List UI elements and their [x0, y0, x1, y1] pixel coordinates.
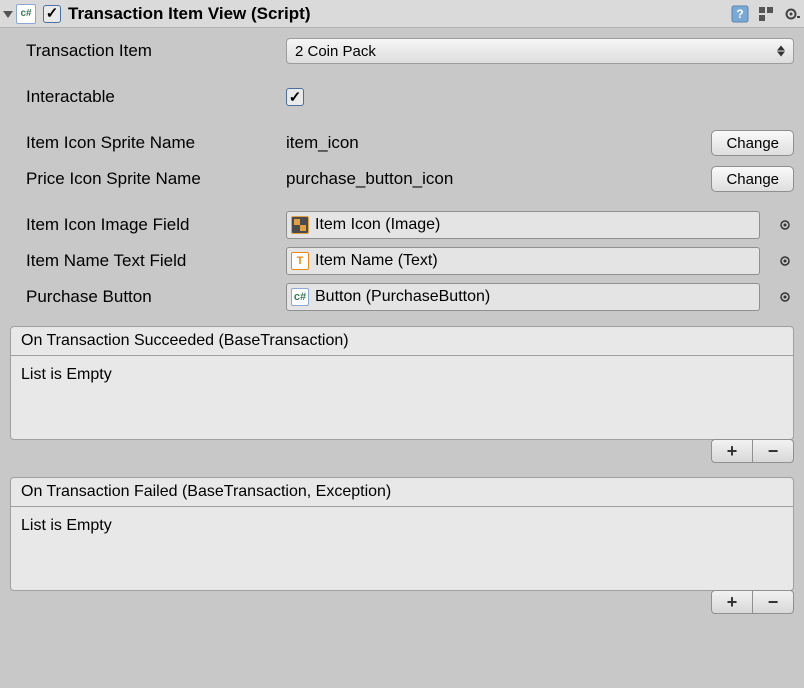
row-interactable: Interactable ✓	[26, 82, 794, 112]
item-name-text-value: Item Name (Text)	[315, 252, 438, 270]
item-name-text-label: Item Name Text Field	[26, 251, 286, 271]
check-icon: ✓	[289, 90, 302, 105]
item-icon-sprite-change-button[interactable]: Change	[711, 130, 794, 156]
check-icon: ✓	[46, 6, 59, 21]
event-succeeded-header: On Transaction Succeeded (BaseTransactio…	[10, 326, 794, 356]
item-icon-image-value: Item Icon (Image)	[315, 216, 440, 234]
row-transaction-item: Transaction Item 2 Coin Pack	[26, 36, 794, 66]
event-succeeded-body: List is Empty	[10, 356, 794, 440]
item-icon-sprite-label: Item Icon Sprite Name	[26, 133, 286, 153]
item-name-text-field[interactable]: T Item Name (Text)	[286, 247, 760, 275]
svg-text:?: ?	[736, 7, 743, 21]
preset-icon[interactable]	[756, 4, 776, 24]
row-price-icon-sprite: Price Icon Sprite Name purchase_button_i…	[26, 164, 794, 194]
event-succeeded-remove-button[interactable]: −	[752, 439, 794, 463]
transaction-item-value: 2 Coin Pack	[295, 43, 376, 60]
purchase-button-value: Button (PurchaseButton)	[315, 288, 490, 306]
event-failed-remove-button[interactable]: −	[752, 590, 794, 614]
gear-icon[interactable]	[782, 4, 802, 24]
event-failed: On Transaction Failed (BaseTransaction, …	[10, 477, 794, 614]
purchase-button-label: Purchase Button	[26, 287, 286, 307]
object-picker-icon[interactable]	[776, 252, 794, 270]
component-header: c# ✓ Transaction Item View (Script) ?	[0, 0, 804, 28]
event-failed-add-button[interactable]: +	[711, 590, 753, 614]
object-picker-icon[interactable]	[776, 288, 794, 306]
interactable-label: Interactable	[26, 87, 286, 107]
text-icon: T	[291, 252, 309, 270]
event-failed-body: List is Empty	[10, 507, 794, 591]
transaction-item-dropdown[interactable]: 2 Coin Pack	[286, 38, 794, 64]
purchase-button-field[interactable]: c# Button (PurchaseButton)	[286, 283, 760, 311]
image-icon	[291, 216, 309, 234]
interactable-checkbox[interactable]: ✓	[286, 88, 304, 106]
enable-checkbox[interactable]: ✓	[42, 4, 62, 24]
price-icon-sprite-value: purchase_button_icon	[286, 169, 703, 189]
script-icon: c#	[16, 4, 36, 24]
item-icon-sprite-value: item_icon	[286, 133, 703, 153]
row-item-icon-sprite: Item Icon Sprite Name item_icon Change	[26, 128, 794, 158]
row-purchase-button: Purchase Button c# Button (PurchaseButto…	[26, 282, 794, 312]
item-icon-image-field[interactable]: Item Icon (Image)	[286, 211, 760, 239]
event-succeeded: On Transaction Succeeded (BaseTransactio…	[10, 326, 794, 463]
price-icon-sprite-label: Price Icon Sprite Name	[26, 169, 286, 189]
row-item-name-text: Item Name Text Field T Item Name (Text)	[26, 246, 794, 276]
component-title: Transaction Item View (Script)	[68, 4, 730, 24]
event-succeeded-add-button[interactable]: +	[711, 439, 753, 463]
help-icon[interactable]: ?	[730, 4, 750, 24]
row-item-icon-image: Item Icon Image Field Item Icon (Image)	[26, 210, 794, 240]
event-failed-header: On Transaction Failed (BaseTransaction, …	[10, 477, 794, 507]
object-picker-icon[interactable]	[776, 216, 794, 234]
chevron-updown-icon	[777, 46, 785, 57]
item-icon-image-label: Item Icon Image Field	[26, 215, 286, 235]
foldout-toggle-icon[interactable]	[2, 8, 14, 20]
price-icon-sprite-change-button[interactable]: Change	[711, 166, 794, 192]
script-icon: c#	[291, 288, 309, 306]
transaction-item-label: Transaction Item	[26, 41, 286, 61]
